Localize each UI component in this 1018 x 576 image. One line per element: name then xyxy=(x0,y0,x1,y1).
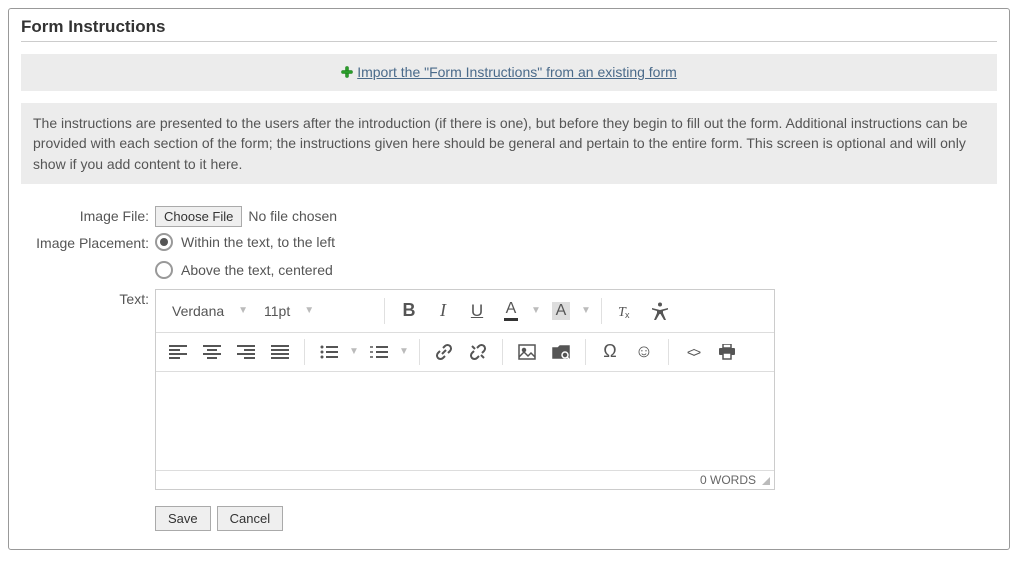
radio-within-text[interactable]: Within the text, to the left xyxy=(155,233,335,251)
action-button-row: Save Cancel xyxy=(155,506,283,531)
text-color-letter: A xyxy=(506,301,517,317)
plus-icon xyxy=(341,66,353,78)
toolbar-separator xyxy=(502,339,503,365)
underline-button[interactable]: U xyxy=(461,296,493,326)
font-size-dropdown[interactable]: 11pt ▼ xyxy=(256,299,376,323)
import-link[interactable]: Import the "Form Instructions" from an e… xyxy=(341,64,677,80)
special-character-button[interactable]: Ω xyxy=(594,337,626,367)
chevron-down-icon: ▼ xyxy=(238,305,248,316)
clear-formatting-button[interactable]: Tx xyxy=(610,296,642,326)
form-area: Image File: Choose File No file chosen I… xyxy=(21,206,997,531)
text-color-button[interactable]: A xyxy=(495,296,527,326)
row-image-file: Image File: Choose File No file chosen xyxy=(25,206,993,227)
toolbar-separator xyxy=(304,339,305,365)
print-button[interactable] xyxy=(711,337,743,367)
toolbar-separator xyxy=(585,339,586,365)
color-underline xyxy=(504,318,518,321)
radio-above-text[interactable]: Above the text, centered xyxy=(155,261,335,279)
word-count-text: 0 WORDS xyxy=(700,473,756,487)
import-bar: Import the "Form Instructions" from an e… xyxy=(21,54,997,91)
file-status-text: No file chosen xyxy=(248,208,337,224)
chevron-down-icon[interactable]: ▼ xyxy=(397,346,411,357)
editor-toolbar-row-2: ▼ ▼ xyxy=(156,333,774,372)
font-family-dropdown[interactable]: Verdana ▼ xyxy=(164,299,254,323)
radio-label: Within the text, to the left xyxy=(181,234,335,250)
remove-link-button[interactable] xyxy=(462,337,494,367)
label-image-placement: Image Placement: xyxy=(25,233,155,251)
label-text: Text: xyxy=(25,289,155,307)
chevron-down-icon[interactable]: ▼ xyxy=(579,305,593,316)
font-size-value: 11pt xyxy=(264,303,290,319)
description-box: The instructions are presented to the us… xyxy=(21,103,997,184)
chevron-down-icon[interactable]: ▼ xyxy=(347,346,361,357)
bullet-list-button[interactable] xyxy=(313,337,345,367)
align-right-button[interactable] xyxy=(230,337,262,367)
editor-content-area[interactable] xyxy=(156,372,774,470)
row-text-editor: Text: Verdana ▼ 11pt ▼ B I xyxy=(25,289,993,531)
font-family-value: Verdana xyxy=(172,303,224,319)
chevron-down-icon[interactable]: ▼ xyxy=(529,305,543,316)
numbered-list-button[interactable] xyxy=(363,337,395,367)
page-heading: Form Instructions xyxy=(21,17,997,42)
accessibility-button[interactable] xyxy=(644,296,676,326)
editor-status-bar: 0 WORDS xyxy=(156,470,774,489)
editor-toolbar-row-1: Verdana ▼ 11pt ▼ B I U A xyxy=(156,290,774,333)
align-center-button[interactable] xyxy=(196,337,228,367)
toolbar-separator xyxy=(384,298,385,324)
insert-image-button[interactable] xyxy=(511,337,543,367)
bg-color-letter: A xyxy=(552,302,571,320)
bold-button[interactable]: B xyxy=(393,296,425,326)
insert-link-button[interactable] xyxy=(428,337,460,367)
align-left-button[interactable] xyxy=(162,337,194,367)
radio-label: Above the text, centered xyxy=(181,262,333,278)
resize-handle[interactable] xyxy=(762,477,772,487)
save-button[interactable]: Save xyxy=(155,506,211,531)
form-instructions-panel: Form Instructions Import the "Form Instr… xyxy=(8,8,1010,550)
cancel-button[interactable]: Cancel xyxy=(217,506,283,531)
label-image-file: Image File: xyxy=(25,206,155,224)
toolbar-separator xyxy=(419,339,420,365)
source-code-button[interactable]: <> xyxy=(677,337,709,367)
background-color-button[interactable]: A xyxy=(545,296,577,326)
toolbar-separator xyxy=(668,339,669,365)
browse-image-button[interactable] xyxy=(545,337,577,367)
radio-icon xyxy=(155,233,173,251)
choose-file-button[interactable]: Choose File xyxy=(155,206,242,227)
row-image-placement: Image Placement: Within the text, to the… xyxy=(25,233,993,279)
italic-button[interactable]: I xyxy=(427,296,459,326)
align-justify-button[interactable] xyxy=(264,337,296,367)
svg-text:x: x xyxy=(625,310,630,320)
import-link-text: Import the "Form Instructions" from an e… xyxy=(357,64,677,80)
toolbar-separator xyxy=(601,298,602,324)
emoticon-button[interactable]: ☺ xyxy=(628,337,660,367)
radio-icon xyxy=(155,261,173,279)
rich-text-editor: Verdana ▼ 11pt ▼ B I U A xyxy=(155,289,775,490)
chevron-down-icon: ▼ xyxy=(304,305,314,316)
